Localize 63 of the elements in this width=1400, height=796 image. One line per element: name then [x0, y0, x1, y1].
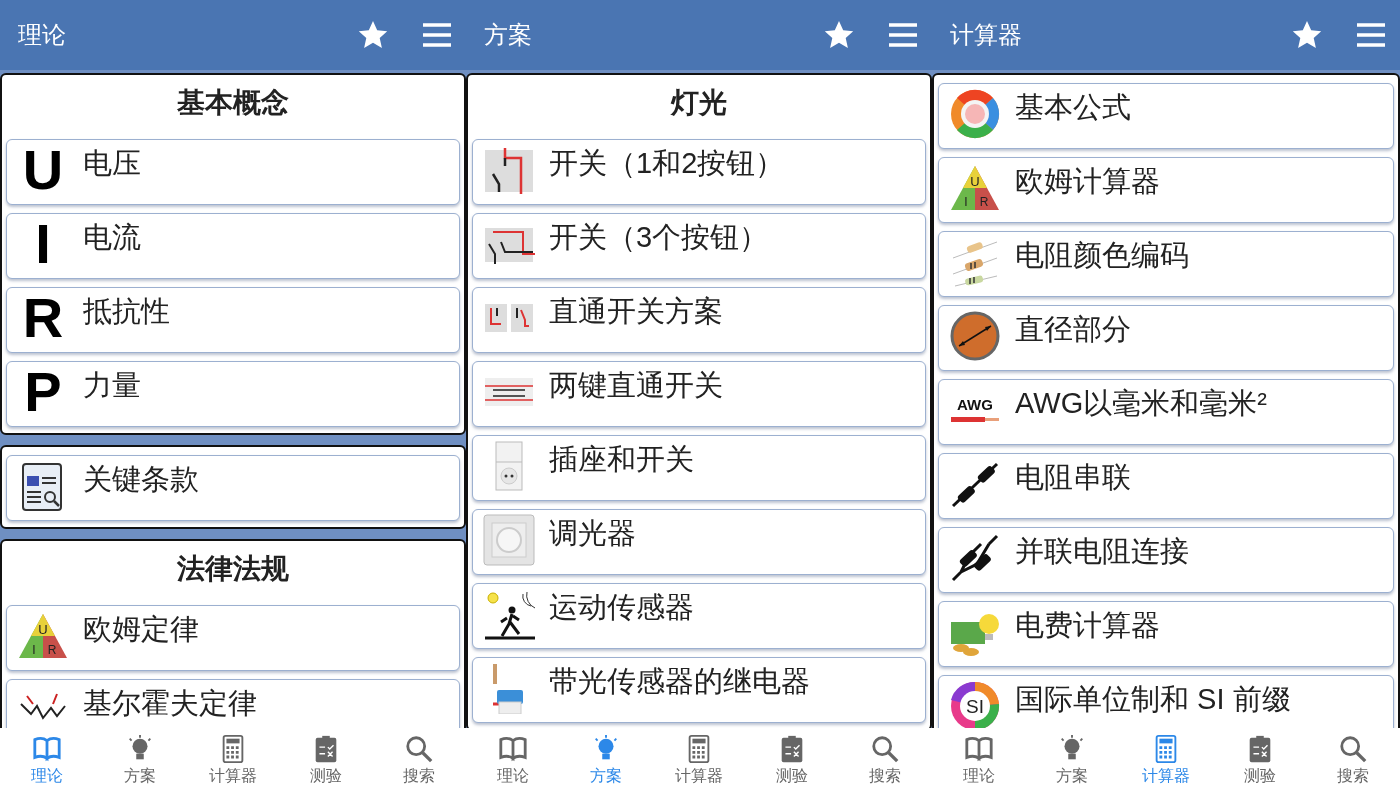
star-icon — [1291, 19, 1323, 51]
nav-tab[interactable]: 方案 — [559, 728, 653, 796]
si-wheel-icon: SI — [949, 680, 1001, 728]
formula-wheel-icon — [949, 88, 1001, 140]
book-icon — [31, 734, 62, 764]
list-item[interactable]: U I R 欧姆定律 — [6, 605, 460, 671]
list-item[interactable]: I 电流 — [6, 213, 460, 279]
nav-tab[interactable]: 理论 — [932, 728, 1026, 796]
list-item[interactable]: 调光器 — [472, 509, 926, 575]
nav-tab[interactable]: 计算器 — [1119, 728, 1213, 796]
list-item[interactable]: U I R 欧姆计算器 — [938, 157, 1394, 223]
nav-tab[interactable]: 理论 — [0, 728, 94, 796]
nav-tab[interactable]: 搜索 — [372, 728, 466, 796]
list-item[interactable]: 基尔霍夫定律 — [6, 679, 460, 728]
list-item[interactable]: 电阻颜色编码 — [938, 231, 1394, 297]
section-heading: 法律法规 — [176, 552, 290, 586]
nav-tab[interactable]: 搜索 — [838, 728, 932, 796]
search-icon — [404, 734, 435, 764]
list-item[interactable]: 运动传感器 — [472, 583, 926, 649]
section-heading: 灯光 — [669, 86, 728, 120]
parallel-resistors-icon — [949, 532, 1001, 584]
nav-tab[interactable]: 测验 — [1212, 728, 1307, 796]
nav-tab[interactable]: 理论 — [466, 728, 560, 796]
nav-tab[interactable]: 搜索 — [1306, 728, 1400, 796]
star-icon — [823, 19, 855, 51]
list-item[interactable]: 基本公式 — [938, 83, 1394, 149]
screen-title: 理论 — [18, 20, 66, 50]
nav-tab[interactable]: 方案 — [1025, 728, 1120, 796]
nav-tab[interactable]: 测验 — [279, 728, 373, 796]
dimmer-icon — [483, 514, 535, 566]
letter-icon: U — [17, 144, 69, 196]
book-icon — [497, 734, 528, 764]
list-item[interactable]: 插座和开关 — [472, 435, 926, 501]
search-icon — [870, 734, 901, 764]
star-icon — [357, 19, 389, 51]
nav-tab[interactable]: 计算器 — [652, 728, 746, 796]
list-item[interactable]: SI 国际单位制和 SI 前缀 — [938, 675, 1394, 728]
list-item[interactable]: U 电压 — [6, 139, 460, 205]
list-item[interactable]: 直通开关方案 — [472, 287, 926, 353]
screen-title: 计算器 — [950, 20, 1022, 50]
list-item[interactable]: P 力量 — [6, 361, 460, 427]
list-item[interactable]: 带光传感器的继电器 — [472, 657, 926, 723]
letter-icon: I — [17, 218, 69, 270]
letter-icon: P — [17, 366, 69, 418]
list-item[interactable]: 两键直通开关 — [472, 361, 926, 427]
list-item[interactable]: 关键条款 — [6, 455, 460, 521]
list-item[interactable]: 开关（1和2按钮） — [472, 139, 926, 205]
diameter-circle-icon — [949, 310, 1001, 362]
screen-title: 方案 — [484, 20, 532, 50]
list-item[interactable]: 并联电阻连接 — [938, 527, 1394, 593]
letter-icon: R — [17, 292, 69, 344]
nav-tab[interactable]: 计算器 — [186, 728, 280, 796]
list-item[interactable]: 电费计算器 — [938, 601, 1394, 667]
nav-tab[interactable]: 测验 — [745, 728, 839, 796]
section-heading: 基本概念 — [176, 86, 290, 120]
list-item[interactable]: AWG AWG以毫米和毫米² — [938, 379, 1394, 445]
search-icon — [1338, 734, 1369, 764]
list-item[interactable]: 直径部分 — [938, 305, 1394, 371]
list-item[interactable]: 电阻串联 — [938, 453, 1394, 519]
book-icon — [963, 734, 994, 764]
list-item[interactable]: 开关（3个按钮） — [472, 213, 926, 279]
nav-tab[interactable]: 方案 — [93, 728, 187, 796]
list-item[interactable]: R 抵抗性 — [6, 287, 460, 353]
